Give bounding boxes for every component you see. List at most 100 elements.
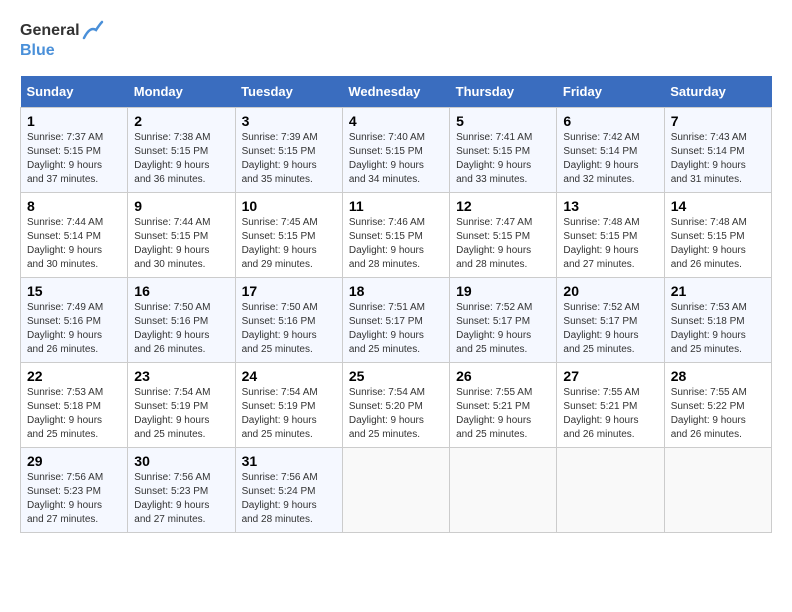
header: General Blue	[20, 20, 772, 60]
calendar-cell: 10 Sunrise: 7:45 AMSunset: 5:15 PMDayligh…	[235, 192, 342, 277]
calendar-cell: 6Sunrise: 7:42 AMSunset: 5:14 PMDaylight…	[557, 107, 664, 192]
day-number: 4	[349, 113, 443, 129]
day-info: Sunrise: 7:56 AMSunset: 5:24 PMDaylight:…	[242, 471, 336, 527]
calendar-cell: 26 Sunrise: 7:55 AMSunset: 5:21 PMDayligh…	[450, 362, 557, 447]
day-info: Sunrise: 7:50 AMSunset: 5:16 PMDaylight:…	[134, 301, 228, 357]
calendar-cell: 12 Sunrise: 7:47 AMSunset: 5:15 PMDayligh…	[450, 192, 557, 277]
calendar-cell: 27 Sunrise: 7:55 AMSunset: 5:21 PMDayligh…	[557, 362, 664, 447]
logo-bird-icon	[82, 20, 104, 42]
day-number: 23	[134, 368, 228, 384]
calendar-cell: 1 Sunrise: 7:37 AMSunset: 5:15 PMDaylight…	[21, 107, 128, 192]
weekday-header-sunday: Sunday	[21, 76, 128, 108]
day-number: 18	[349, 283, 443, 299]
calendar-cell: 22 Sunrise: 7:53 AMSunset: 5:18 PMDayligh…	[21, 362, 128, 447]
calendar-cell	[664, 447, 771, 532]
weekday-header-tuesday: Tuesday	[235, 76, 342, 108]
day-number: 5	[456, 113, 550, 129]
calendar-cell: 29 Sunrise: 7:56 AMSunset: 5:23 PMDayligh…	[21, 447, 128, 532]
day-info: Sunrise: 7:37 AMSunset: 5:15 PMDaylight:…	[27, 131, 121, 187]
day-info: Sunrise: 7:49 AMSunset: 5:16 PMDaylight:…	[27, 301, 121, 357]
calendar-cell: 31 Sunrise: 7:56 AMSunset: 5:24 PMDayligh…	[235, 447, 342, 532]
calendar-cell	[557, 447, 664, 532]
day-number: 15	[27, 283, 121, 299]
day-number: 30	[134, 453, 228, 469]
day-number: 29	[27, 453, 121, 469]
day-number: 2	[134, 113, 228, 129]
day-info: Sunrise: 7:56 AMSunset: 5:23 PMDaylight:…	[27, 471, 121, 527]
day-info: Sunrise: 7:55 AMSunset: 5:21 PMDaylight:…	[563, 386, 657, 442]
day-info: Sunrise: 7:45 AMSunset: 5:15 PMDaylight:…	[242, 216, 336, 272]
day-info: Sunrise: 7:42 AMSunset: 5:14 PMDaylight:…	[563, 131, 657, 187]
calendar-cell: 15 Sunrise: 7:49 AMSunset: 5:16 PMDayligh…	[21, 277, 128, 362]
calendar-cell: 23 Sunrise: 7:54 AMSunset: 5:19 PMDayligh…	[128, 362, 235, 447]
calendar-cell: 3 Sunrise: 7:39 AMSunset: 5:15 PMDaylight…	[235, 107, 342, 192]
day-number: 11	[349, 198, 443, 214]
calendar-cell: 7 Sunrise: 7:43 AMSunset: 5:14 PMDaylight…	[664, 107, 771, 192]
day-number: 13	[563, 198, 657, 214]
calendar-week-row: 29 Sunrise: 7:56 AMSunset: 5:23 PMDayligh…	[21, 447, 772, 532]
day-number: 12	[456, 198, 550, 214]
day-number: 19	[456, 283, 550, 299]
day-number: 21	[671, 283, 765, 299]
calendar-cell: 11 Sunrise: 7:46 AMSunset: 5:15 PMDayligh…	[342, 192, 449, 277]
day-number: 26	[456, 368, 550, 384]
calendar-cell	[342, 447, 449, 532]
day-info: Sunrise: 7:54 AMSunset: 5:19 PMDaylight:…	[134, 386, 228, 442]
day-info: Sunrise: 7:46 AMSunset: 5:15 PMDaylight:…	[349, 216, 443, 272]
calendar-cell: 17 Sunrise: 7:50 AMSunset: 5:16 PMDayligh…	[235, 277, 342, 362]
weekday-header-friday: Friday	[557, 76, 664, 108]
day-number: 22	[27, 368, 121, 384]
calendar-cell: 4 Sunrise: 7:40 AMSunset: 5:15 PMDaylight…	[342, 107, 449, 192]
day-info: Sunrise: 7:54 AMSunset: 5:20 PMDaylight:…	[349, 386, 443, 442]
day-number: 3	[242, 113, 336, 129]
calendar-cell: 13 Sunrise: 7:48 AMSunset: 5:15 PMDayligh…	[557, 192, 664, 277]
weekday-header-saturday: Saturday	[664, 76, 771, 108]
day-info: Sunrise: 7:55 AMSunset: 5:21 PMDaylight:…	[456, 386, 550, 442]
weekday-header-row: SundayMondayTuesdayWednesdayThursdayFrid…	[21, 76, 772, 108]
calendar-week-row: 22 Sunrise: 7:53 AMSunset: 5:18 PMDayligh…	[21, 362, 772, 447]
day-info: Sunrise: 7:40 AMSunset: 5:15 PMDaylight:…	[349, 131, 443, 187]
day-number: 24	[242, 368, 336, 384]
calendar-cell: 5 Sunrise: 7:41 AMSunset: 5:15 PMDaylight…	[450, 107, 557, 192]
day-number: 10	[242, 198, 336, 214]
day-number: 31	[242, 453, 336, 469]
weekday-header-wednesday: Wednesday	[342, 76, 449, 108]
weekday-header-thursday: Thursday	[450, 76, 557, 108]
day-info: Sunrise: 7:38 AMSunset: 5:15 PMDaylight:…	[134, 131, 228, 187]
day-info: Sunrise: 7:56 AMSunset: 5:23 PMDaylight:…	[134, 471, 228, 527]
calendar-cell: 25Sunrise: 7:54 AMSunset: 5:20 PMDayligh…	[342, 362, 449, 447]
calendar-week-row: 15 Sunrise: 7:49 AMSunset: 5:16 PMDayligh…	[21, 277, 772, 362]
day-number: 20	[563, 283, 657, 299]
calendar-cell: 24 Sunrise: 7:54 AMSunset: 5:19 PMDayligh…	[235, 362, 342, 447]
day-info: Sunrise: 7:44 AMSunset: 5:14 PMDaylight:…	[27, 216, 121, 272]
day-info: Sunrise: 7:43 AMSunset: 5:14 PMDaylight:…	[671, 131, 765, 187]
day-info: Sunrise: 7:48 AMSunset: 5:15 PMDaylight:…	[563, 216, 657, 272]
day-info: Sunrise: 7:47 AMSunset: 5:15 PMDaylight:…	[456, 216, 550, 272]
day-info: Sunrise: 7:55 AMSunset: 5:22 PMDaylight:…	[671, 386, 765, 442]
logo: General Blue	[20, 20, 104, 60]
day-info: Sunrise: 7:51 AMSunset: 5:17 PMDaylight:…	[349, 301, 443, 357]
day-number: 27	[563, 368, 657, 384]
day-number: 16	[134, 283, 228, 299]
day-number: 7	[671, 113, 765, 129]
day-info: Sunrise: 7:50 AMSunset: 5:16 PMDaylight:…	[242, 301, 336, 357]
day-info: Sunrise: 7:54 AMSunset: 5:19 PMDaylight:…	[242, 386, 336, 442]
calendar-cell: 16 Sunrise: 7:50 AMSunset: 5:16 PMDayligh…	[128, 277, 235, 362]
day-info: Sunrise: 7:53 AMSunset: 5:18 PMDaylight:…	[27, 386, 121, 442]
day-number: 9	[134, 198, 228, 214]
calendar-cell: 20Sunrise: 7:52 AMSunset: 5:17 PMDayligh…	[557, 277, 664, 362]
day-info: Sunrise: 7:41 AMSunset: 5:15 PMDaylight:…	[456, 131, 550, 187]
day-info: Sunrise: 7:39 AMSunset: 5:15 PMDaylight:…	[242, 131, 336, 187]
calendar-cell: 14Sunrise: 7:48 AMSunset: 5:15 PMDayligh…	[664, 192, 771, 277]
calendar-cell: 9Sunrise: 7:44 AMSunset: 5:15 PMDaylight…	[128, 192, 235, 277]
calendar-cell: 18 Sunrise: 7:51 AMSunset: 5:17 PMDayligh…	[342, 277, 449, 362]
calendar-cell: 28Sunrise: 7:55 AMSunset: 5:22 PMDayligh…	[664, 362, 771, 447]
day-info: Sunrise: 7:53 AMSunset: 5:18 PMDaylight:…	[671, 301, 765, 357]
day-number: 17	[242, 283, 336, 299]
weekday-header-monday: Monday	[128, 76, 235, 108]
calendar-cell: 2 Sunrise: 7:38 AMSunset: 5:15 PMDaylight…	[128, 107, 235, 192]
calendar-cell: 21 Sunrise: 7:53 AMSunset: 5:18 PMDayligh…	[664, 277, 771, 362]
calendar-table: SundayMondayTuesdayWednesdayThursdayFrid…	[20, 76, 772, 533]
day-number: 1	[27, 113, 121, 129]
day-number: 8	[27, 198, 121, 214]
